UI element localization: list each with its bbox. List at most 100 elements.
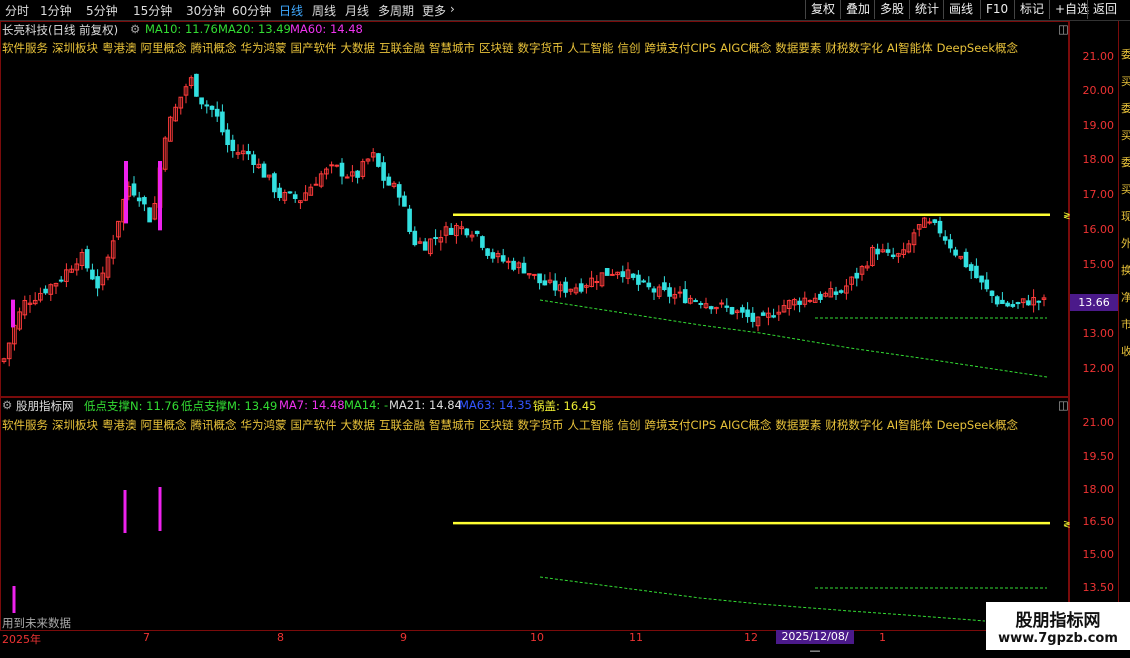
candle-down: [230, 139, 236, 152]
watermark-title: 股朋指标网: [1015, 611, 1101, 631]
candle-up: [344, 176, 350, 179]
highlight-candle: [124, 161, 128, 224]
highlight-candle: [11, 299, 15, 328]
candle-up: [677, 291, 683, 294]
candle-down: [838, 290, 844, 293]
candle-down: [251, 154, 256, 165]
candle-down: [646, 282, 652, 288]
candle-down: [412, 230, 418, 246]
candle-down: [131, 183, 137, 196]
candle-down: [854, 272, 860, 279]
candle-down: [142, 197, 147, 205]
candle-down: [136, 197, 142, 202]
candle-up: [506, 260, 511, 263]
candle-down: [287, 191, 293, 194]
candle-down: [994, 296, 1000, 305]
candle-down: [552, 280, 558, 291]
candle-down: [708, 306, 714, 310]
candle-down: [630, 273, 636, 278]
support-line-n: [539, 299, 1048, 378]
candle-down: [953, 249, 958, 256]
candle-down: [1010, 304, 1016, 307]
candle-down: [220, 111, 225, 133]
candle-down: [292, 194, 298, 199]
candle-down: [698, 302, 704, 305]
candle-down: [662, 282, 667, 291]
candle-down: [604, 268, 610, 276]
candle-down: [641, 280, 646, 283]
candle-down: [833, 291, 839, 295]
candle-down: [578, 283, 584, 292]
candle-up: [719, 302, 724, 305]
candle-up: [334, 164, 340, 167]
candle-down: [682, 289, 688, 304]
candle-down: [932, 219, 938, 223]
candle-down: [381, 162, 386, 181]
candle-down: [90, 269, 95, 280]
candle-down: [386, 176, 392, 186]
candle-down: [942, 236, 948, 241]
candle-down: [339, 162, 345, 177]
candle-down: [521, 262, 527, 274]
indicator-support-line-n: [539, 576, 986, 622]
candle-down: [376, 153, 381, 167]
candle-down: [937, 220, 943, 234]
candle-up: [329, 164, 334, 167]
candle-down: [95, 276, 100, 289]
candle-down: [984, 279, 990, 290]
candle-down: [771, 315, 776, 318]
candle-down: [194, 73, 199, 97]
indicator-signal-bar: [123, 490, 127, 533]
candle-up: [532, 273, 537, 276]
indicator-signal-bar: [158, 487, 162, 531]
candle-down: [797, 300, 802, 305]
candle-down: [147, 207, 152, 223]
candle-down: [989, 290, 995, 296]
candle-down: [272, 173, 277, 193]
candle-down: [745, 309, 750, 318]
candle-down: [667, 287, 672, 297]
indicator-resistance-marker: ≷: [1063, 520, 1071, 530]
candle-down: [261, 163, 267, 178]
candle-down: [890, 254, 896, 258]
candle-down: [43, 288, 48, 294]
candle-down: [58, 279, 64, 282]
candle-down: [750, 312, 756, 322]
candle-down: [563, 281, 568, 293]
candle-down: [885, 249, 891, 253]
candle-down: [740, 307, 745, 313]
candlestick-chart[interactable]: ≷≷: [0, 0, 1130, 650]
candle-down: [1036, 300, 1042, 303]
candle-down: [209, 105, 215, 110]
candle-down: [407, 208, 412, 232]
candle-down: [1000, 299, 1005, 305]
candle-down: [500, 255, 506, 262]
candle-down: [246, 151, 251, 155]
candle-down: [948, 239, 953, 249]
candle-down: [974, 265, 979, 279]
indicator-signal-bar: [12, 586, 16, 613]
candle-down: [1005, 302, 1010, 307]
candle-down: [448, 227, 454, 235]
candle-down: [1015, 302, 1021, 305]
watermark-url: www.7gpzb.com: [998, 631, 1118, 646]
candle-down: [464, 228, 470, 236]
watermark-logo: 股朋指标网 www.7gpzb.com: [986, 602, 1130, 650]
candle-down: [1026, 300, 1031, 306]
candle-down: [422, 241, 428, 251]
candle-down: [485, 248, 490, 256]
candle-down: [620, 271, 626, 278]
candle-down: [402, 195, 407, 207]
candle-down: [214, 108, 220, 117]
candle-down: [84, 249, 90, 269]
resistance-end-marker: ≷: [1063, 212, 1071, 222]
candle-down: [979, 275, 984, 283]
candle-down: [968, 264, 974, 271]
candle-down: [490, 252, 496, 259]
candle-down: [204, 104, 210, 107]
candle-down: [963, 251, 969, 268]
candle-down: [474, 230, 480, 235]
candle-down: [355, 170, 360, 178]
candle-down: [537, 273, 542, 284]
candle-down: [225, 129, 230, 146]
